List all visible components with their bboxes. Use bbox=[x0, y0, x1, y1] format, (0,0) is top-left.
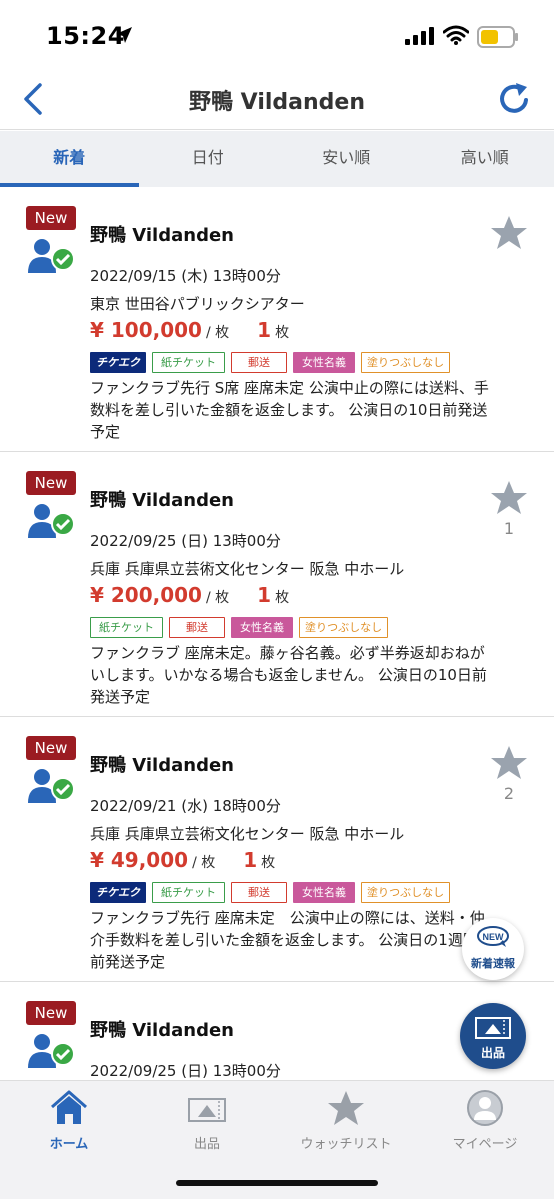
quantity: 1 bbox=[257, 583, 272, 607]
event-venue: 東京 世田谷パブリックシアター bbox=[90, 295, 305, 313]
tag-list: 紙チケット 郵送 女性名義 塗りつぶしなし bbox=[90, 617, 389, 638]
tag-list: チケエク 紙チケット 郵送 女性名義 塗りつぶしなし bbox=[90, 352, 451, 373]
price: ¥ 49,000 bbox=[90, 848, 189, 872]
new-badge: New bbox=[26, 736, 76, 760]
sell-fab-label: 出品 bbox=[480, 1046, 505, 1060]
battery-icon bbox=[477, 26, 518, 48]
list-item[interactable]: New 野鴨 Vildanden 1 2022/09/25 (日) 13時00分… bbox=[0, 452, 554, 717]
tag-no-scratch: 塗りつぶしなし bbox=[361, 352, 451, 373]
favorite-count: 2 bbox=[503, 784, 515, 803]
event-date: 2022/09/25 (日) 13時00分 bbox=[90, 1062, 281, 1080]
verified-seller-icon bbox=[28, 504, 75, 538]
nav-bar: 野鴨 Vildanden bbox=[0, 70, 554, 130]
item-description: ファンクラブ先行 座席未定 公演中止の際には、送料・仲介手数料を差し引いた金額を… bbox=[90, 909, 485, 971]
tag-mail: 郵送 bbox=[169, 617, 225, 638]
tag-paper-ticket: 紙チケット bbox=[152, 882, 225, 903]
ticket-sell-icon bbox=[475, 1017, 511, 1039]
home-indicator[interactable] bbox=[176, 1180, 378, 1186]
event-title: 野鴨 Vildanden bbox=[90, 490, 234, 511]
tag-paper-ticket: 紙チケット bbox=[152, 352, 225, 373]
item-description: ファンクラブ先行 S席 座席未定 公演中止の際には送料、手数料を差し引いた金額を… bbox=[90, 379, 489, 441]
price-row: ¥ 49,000/ 枚 1枚 bbox=[90, 848, 275, 872]
new-badge: New bbox=[26, 471, 76, 495]
quantity-unit: 枚 bbox=[275, 590, 290, 606]
list-item[interactable]: New 野鴨 Vildanden 2022/09/15 (木) 13時00分 東… bbox=[0, 187, 554, 452]
new-arrivals-label: 新着速報 bbox=[471, 957, 515, 970]
sort-tabs: 新着 日付 安い順 高い順 bbox=[0, 131, 554, 187]
quantity: 1 bbox=[243, 848, 258, 872]
tag-no-scratch: 塗りつぶしなし bbox=[299, 617, 389, 638]
event-title: 野鴨 Vildanden bbox=[90, 755, 234, 776]
tab-cheapest[interactable]: 安い順 bbox=[277, 131, 416, 187]
new-speech-bubble-icon: NEW bbox=[477, 926, 509, 947]
event-title: 野鴨 Vildanden bbox=[90, 225, 234, 246]
per-unit: / 枚 bbox=[192, 855, 216, 871]
price: ¥ 200,000 bbox=[90, 583, 202, 607]
event-venue: 兵庫 兵庫県立芸術文化センター 阪急 中ホール bbox=[90, 825, 405, 843]
new-badge: New bbox=[26, 1001, 76, 1025]
bottom-tab-home[interactable]: ホーム bbox=[0, 1089, 138, 1152]
new-icon-text: NEW bbox=[483, 932, 505, 942]
tag-mail: 郵送 bbox=[231, 352, 287, 373]
verified-seller-icon bbox=[28, 769, 75, 803]
tag-list: チケエク 紙チケット 郵送 女性名義 塗りつぶしなし bbox=[90, 882, 451, 903]
tag-ticketeq: チケエク bbox=[90, 352, 146, 373]
cellular-signal-icon bbox=[405, 27, 434, 45]
bottom-tab-sell[interactable]: 出品 bbox=[138, 1089, 276, 1152]
event-date: 2022/09/15 (木) 13時00分 bbox=[90, 267, 281, 285]
bottom-tab-label: ホーム bbox=[49, 1137, 89, 1152]
bottom-tab-label: ウォッチリスト bbox=[300, 1137, 392, 1152]
star-icon bbox=[328, 1091, 364, 1125]
quantity: 1 bbox=[257, 318, 272, 342]
tag-female-name: 女性名義 bbox=[293, 882, 355, 903]
ticket-icon bbox=[188, 1098, 226, 1122]
event-date: 2022/09/25 (日) 13時00分 bbox=[90, 532, 281, 550]
tag-ticketeq: チケエク bbox=[90, 882, 146, 903]
tab-date[interactable]: 日付 bbox=[139, 131, 278, 187]
tag-female-name: 女性名義 bbox=[293, 352, 355, 373]
status-bar: 15:24 bbox=[0, 0, 554, 70]
event-title: 野鴨 Vildanden bbox=[90, 1020, 234, 1041]
bottom-tab-label: 出品 bbox=[193, 1137, 220, 1152]
bottom-tab-label: マイページ bbox=[452, 1137, 518, 1152]
verified-seller-icon bbox=[28, 239, 75, 273]
status-time: 15:24 bbox=[46, 22, 125, 50]
tab-new[interactable]: 新着 bbox=[0, 131, 139, 187]
favorite-star-icon[interactable] bbox=[490, 479, 528, 517]
favorite-star-icon[interactable] bbox=[490, 214, 528, 252]
per-unit: / 枚 bbox=[205, 325, 230, 341]
tag-female-name: 女性名義 bbox=[231, 617, 293, 638]
bottom-tab-mypage[interactable]: マイページ bbox=[416, 1089, 554, 1152]
home-icon bbox=[51, 1090, 87, 1124]
person-icon bbox=[467, 1090, 503, 1126]
page-title: 野鴨 Vildanden bbox=[189, 90, 365, 115]
item-description: ファンクラブ 座席未定。藤ヶ谷名義。必ず半券返却おねがいします。いかなる場合も返… bbox=[90, 644, 487, 706]
tag-paper-ticket: 紙チケット bbox=[90, 617, 163, 638]
tab-expensive[interactable]: 高い順 bbox=[416, 131, 554, 187]
event-date: 2022/09/21 (水) 18時00分 bbox=[90, 797, 281, 815]
refresh-icon[interactable] bbox=[497, 80, 533, 118]
event-venue: 兵庫 兵庫県立芸術文化センター 阪急 中ホール bbox=[90, 560, 405, 578]
bottom-tab-watchlist[interactable]: ウォッチリスト bbox=[277, 1089, 415, 1152]
wifi-icon bbox=[443, 25, 469, 45]
per-unit: / 枚 bbox=[205, 590, 230, 606]
favorite-count: 1 bbox=[503, 519, 515, 538]
new-arrivals-alert-button[interactable]: NEW 新着速報 bbox=[462, 918, 524, 980]
tag-mail: 郵送 bbox=[231, 882, 287, 903]
quantity-unit: 枚 bbox=[261, 855, 276, 871]
sell-fab-button[interactable]: 出品 bbox=[460, 1003, 526, 1069]
tag-no-scratch: 塗りつぶしなし bbox=[361, 882, 451, 903]
price-row: ¥ 100,000/ 枚 1枚 bbox=[90, 318, 289, 342]
verified-seller-icon bbox=[28, 1034, 75, 1068]
new-badge: New bbox=[26, 206, 76, 230]
price: ¥ 100,000 bbox=[90, 318, 202, 342]
quantity-unit: 枚 bbox=[275, 325, 290, 341]
price-row: ¥ 200,000/ 枚 1枚 bbox=[90, 583, 289, 607]
location-arrow-icon bbox=[116, 27, 132, 43]
favorite-star-icon[interactable] bbox=[490, 744, 528, 782]
